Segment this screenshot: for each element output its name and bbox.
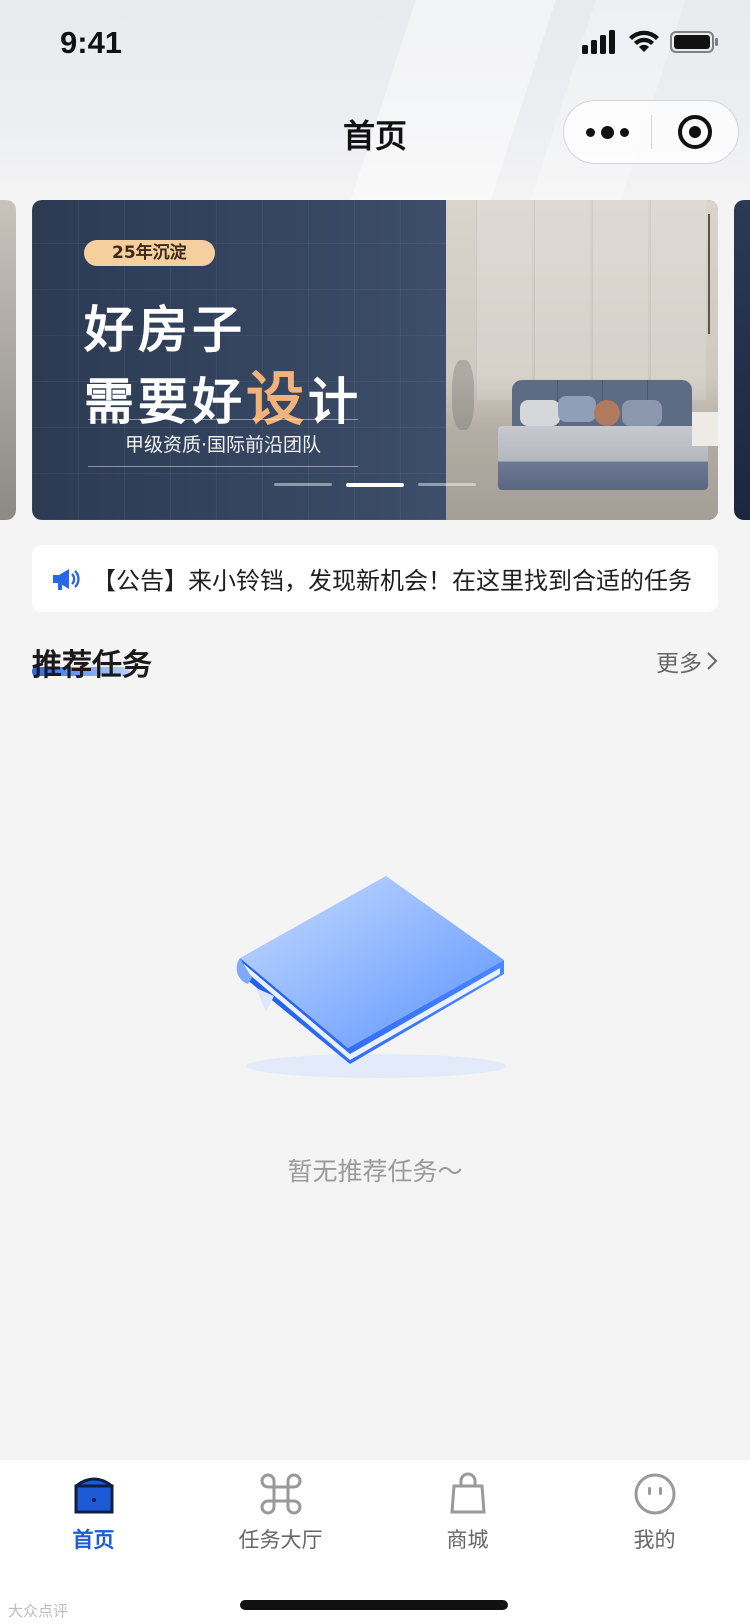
tab-label: 我的 [633, 1528, 676, 1552]
announcement-bar[interactable]: 【公告】来小铃铛，发现新机会！在这里找到合适的任务 [32, 545, 718, 612]
banner-divider-bottom [88, 466, 358, 467]
status-icons [582, 30, 720, 54]
chevron-right-icon [707, 652, 718, 670]
battery-icon [670, 31, 718, 53]
banner-slide[interactable]: 25年沉淀 好房子 需要好设计 甲级资质·国际前沿团队 [32, 200, 718, 520]
mini-program-capsule [563, 100, 739, 164]
shopping-bag-icon [449, 1472, 486, 1514]
banner-carousel[interactable]: 25年沉淀 好房子 需要好设计 甲级资质·国际前沿团队 [0, 200, 750, 520]
empty-book-icon [236, 876, 506, 1078]
command-icon [260, 1473, 301, 1515]
tab-task-hall[interactable]: 任务大厅 [187, 1470, 374, 1570]
wifi-icon [629, 30, 659, 52]
carousel-dot[interactable] [418, 483, 476, 486]
banner-tag: 25年沉淀 [84, 240, 215, 266]
tab-label: 任务大厅 [238, 1528, 323, 1552]
banner-prev-peek [0, 200, 16, 520]
watermark: 大众点评 [8, 1602, 69, 1620]
more-menu-button[interactable] [564, 101, 651, 163]
carousel-dot-active[interactable] [346, 483, 404, 487]
carousel-indicator [274, 483, 476, 487]
status-time: 9:41 [60, 25, 123, 60]
more-tasks-link[interactable]: 更多 [656, 644, 718, 678]
cellular-signal-icon [582, 30, 615, 54]
more-label: 更多 [656, 651, 702, 677]
tab-home[interactable]: 首页 [0, 1470, 187, 1570]
tab-mall[interactable]: 商城 [374, 1470, 561, 1570]
close-mini-program-button[interactable] [652, 101, 739, 163]
megaphone-icon [53, 568, 80, 590]
tab-label: 首页 [72, 1528, 115, 1552]
target-close-icon [677, 115, 712, 149]
banner-divider-top [88, 419, 358, 420]
empty-state-text: 暂无推荐任务～ [287, 1157, 463, 1186]
carousel-dot[interactable] [274, 483, 332, 486]
banner-next-peek [734, 200, 750, 520]
home-indicator [240, 1600, 508, 1610]
banner-subtitle: 甲级资质·国际前沿团队 [124, 434, 322, 456]
section-title: 推荐任务 [32, 648, 152, 683]
announcement-text: 【公告】来小铃铛，发现新机会！在这里找到合适的任务 [92, 567, 692, 595]
banner-bedroom-image [446, 200, 718, 520]
tab-label: 商城 [446, 1528, 489, 1552]
navigation-bar: 首页 [0, 95, 750, 167]
tab-profile[interactable]: 我的 [561, 1470, 748, 1570]
banner-headline-line2: 需要好设计 [84, 365, 363, 433]
recommend-section-header: 推荐任务 更多 [32, 640, 718, 684]
status-bar: 9:41 [0, 0, 750, 90]
profile-face-icon [634, 1473, 675, 1515]
home-icon [74, 1477, 113, 1514]
